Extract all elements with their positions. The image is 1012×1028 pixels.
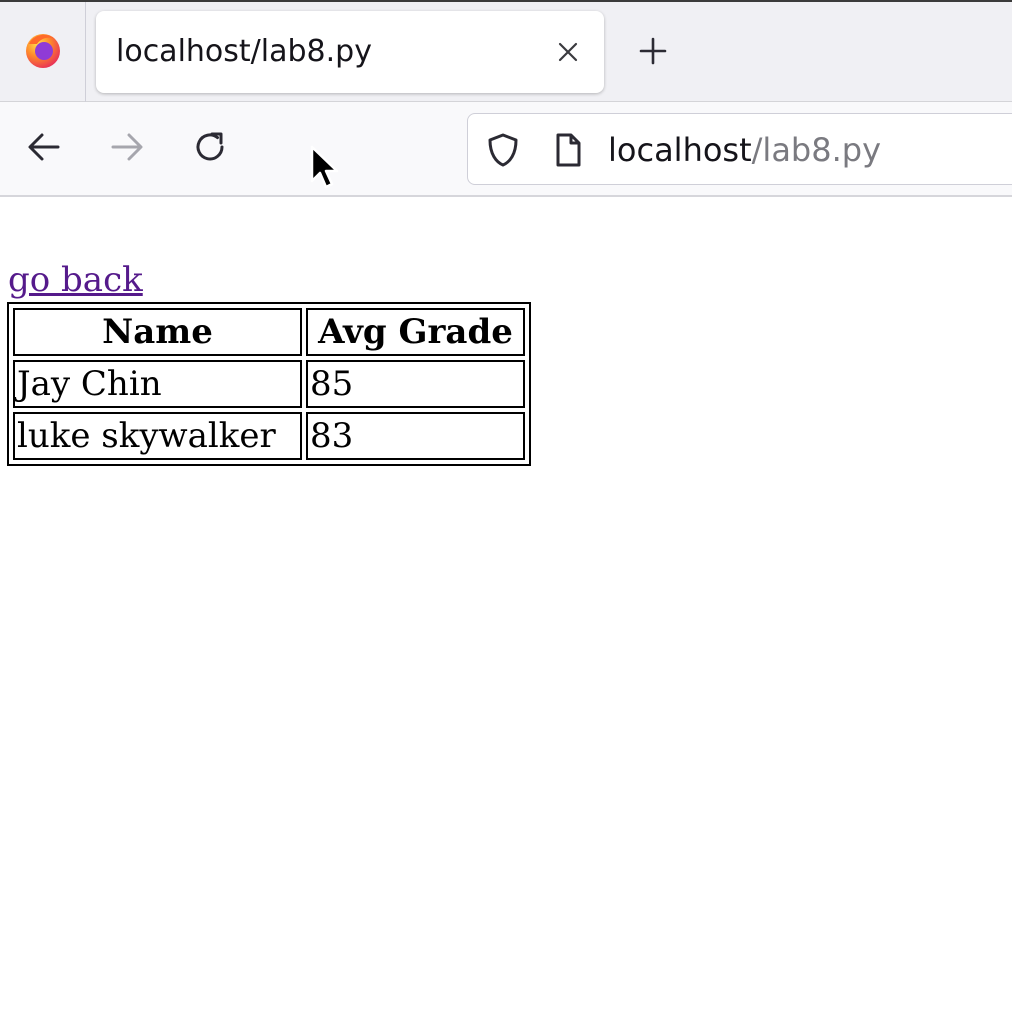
url-bar[interactable]: localhost/lab8.py (467, 113, 1012, 185)
header-name: Name (13, 308, 302, 356)
table-row: Jay Chin 85 (13, 360, 525, 408)
firefox-view-button[interactable] (0, 2, 86, 102)
header-avg-grade: Avg Grade (306, 308, 525, 356)
table-header-row: Name Avg Grade (13, 308, 525, 356)
url-host: localhost (608, 131, 752, 169)
shield-icon[interactable] (485, 132, 521, 168)
plus-icon (638, 36, 668, 71)
tab-bar: localhost/lab8.py (0, 0, 1012, 102)
table-row: luke skywalker 83 (13, 412, 525, 460)
arrow-left-icon (26, 129, 62, 170)
tab-title: localhost/lab8.py (116, 34, 372, 69)
cell-grade: 83 (306, 412, 525, 460)
page-content: go back Name Avg Grade Jay Chin 85 luke … (0, 197, 1012, 1028)
go-back-link[interactable]: go back (8, 259, 143, 301)
forward-button[interactable] (105, 127, 149, 171)
nav-toolbar: localhost/lab8.py (0, 102, 1012, 197)
back-button[interactable] (22, 127, 66, 171)
cell-name: Jay Chin (13, 360, 302, 408)
mouse-cursor-icon (310, 145, 339, 189)
url-path: /lab8.py (751, 131, 882, 169)
window-top-border (0, 0, 1012, 2)
cell-grade: 85 (306, 360, 525, 408)
url-text[interactable]: localhost/lab8.py (608, 114, 881, 186)
grades-table: Name Avg Grade Jay Chin 85 luke skywalke… (7, 302, 531, 466)
close-icon[interactable] (552, 36, 584, 68)
new-tab-button[interactable] (632, 32, 674, 74)
reload-button[interactable] (188, 127, 232, 171)
arrow-right-icon (109, 129, 145, 170)
cell-name: luke skywalker (13, 412, 302, 460)
firefox-icon (23, 30, 63, 75)
tab-active[interactable]: localhost/lab8.py (96, 11, 604, 93)
page-icon[interactable] (550, 132, 586, 168)
reload-icon (192, 129, 228, 170)
